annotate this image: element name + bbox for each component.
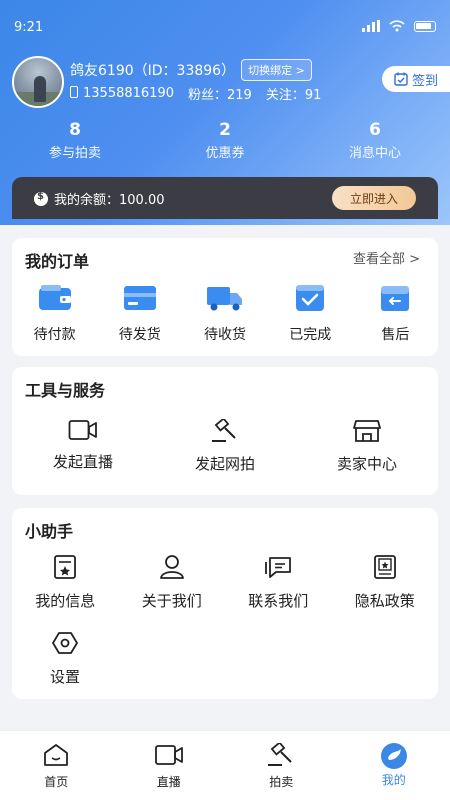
nickname: 鸽友6190（ID：33896） [70, 63, 236, 79]
card-icon [123, 286, 156, 310]
order-pending-receive[interactable]: 待收货 [182, 284, 267, 344]
hammer-icon [268, 741, 292, 766]
enter-now-button[interactable]: 立即进入 [332, 186, 416, 210]
tool-label: 发起直播 [52, 453, 113, 471]
order-label: 待发货 [118, 327, 161, 343]
wifi-icon [389, 20, 405, 32]
settings-hex-icon [52, 632, 78, 654]
battery-icon [414, 20, 436, 32]
tab-live[interactable]: 直播 [113, 731, 226, 800]
helper-about-us[interactable]: 关于我们 [119, 554, 226, 611]
policy-book-icon [373, 555, 396, 579]
tools-title: 工具与服务 [25, 381, 106, 400]
stats-row: 8 参与拍卖 2 优惠券 6 消息中心 [0, 120, 450, 161]
order-label: 售后 [381, 327, 410, 343]
order-pending-ship[interactable]: 待发货 [97, 284, 182, 344]
stat-value: 6 [369, 120, 381, 140]
helper-label: 关于我们 [141, 592, 202, 610]
helper-privacy-policy[interactable]: 隐私政策 [332, 554, 439, 611]
order-label: 待收货 [204, 327, 246, 343]
stat-label: 消息中心 [348, 146, 401, 161]
switch-binding-button[interactable]: 切换绑定 > [241, 59, 312, 81]
order-after-sales[interactable]: 售后 [353, 284, 438, 344]
profile-card-icon [54, 555, 77, 579]
helper-label: 我的信息 [35, 592, 96, 610]
video-camera-icon [68, 420, 97, 440]
orders-card: 我的订单 查看全部 > 待付款 待发货 待收货 已完成 售后 [12, 238, 438, 356]
signal-icon [362, 20, 380, 32]
tool-label: 卖家中心 [336, 455, 397, 473]
order-label: 已完成 [289, 327, 332, 343]
helper-row: 设置 [12, 630, 118, 687]
tab-label: 我的 [381, 773, 406, 787]
status-icons [362, 20, 436, 32]
stat-label: 参与拍卖 [48, 146, 101, 161]
stat-coupons[interactable]: 2 优惠券 [150, 120, 300, 161]
order-pending-payment[interactable]: 待付款 [12, 284, 97, 344]
avatar[interactable] [12, 56, 64, 108]
tab-label: 直播 [156, 775, 181, 789]
checkin-button[interactable]: 签到 [382, 66, 450, 92]
follow-count[interactable]: 关注：91 [266, 84, 322, 103]
tab-auction[interactable]: 拍卖 [225, 731, 338, 800]
tool-start-auction[interactable]: 发起网拍 [154, 419, 296, 474]
balance-text: 我的余额：100.00 [54, 193, 165, 208]
tab-label: 拍卖 [269, 775, 294, 789]
fans-count[interactable]: 粉丝：219 [188, 84, 252, 103]
tab-label: 首页 [44, 775, 69, 789]
balance-label-group: 我的余额：100.00 [34, 189, 165, 208]
stat-value: 2 [219, 120, 231, 140]
tab-mine[interactable]: 我的 [338, 731, 450, 800]
balance-bar: 我的余额：100.00 立即进入 [12, 177, 438, 219]
truck-icon [207, 287, 242, 311]
orders-row: 待付款 待发货 待收货 已完成 售后 [12, 284, 438, 344]
phone-icon [70, 86, 78, 98]
tool-label: 发起网拍 [194, 455, 255, 473]
stat-label: 优惠券 [205, 146, 245, 161]
tools-row: 发起直播 发起网拍 卖家中心 [12, 419, 438, 474]
helper-my-info[interactable]: 我的信息 [12, 554, 119, 611]
check-box-icon [296, 285, 325, 311]
home-icon [44, 744, 69, 766]
helper-card: 小助手 我的信息 关于我们 联系我们 隐私政策 设置 [12, 508, 438, 699]
auction-hammer-icon [212, 419, 236, 442]
profile-name-row: 鸽友6190（ID：33896） 切换绑定 > [70, 59, 312, 81]
order-label: 待付款 [33, 327, 76, 343]
tab-home[interactable]: 首页 [0, 731, 113, 800]
pigeon-icon [380, 743, 407, 769]
helper-label: 设置 [49, 668, 80, 686]
tools-card: 工具与服务 发起直播 发起网拍 卖家中心 [12, 367, 438, 495]
stat-value: 8 [69, 120, 81, 140]
stat-auctions[interactable]: 8 参与拍卖 [0, 120, 150, 161]
helper-title: 小助手 [25, 522, 74, 541]
phone-text: 13558816190 [83, 86, 174, 101]
chat-icon [265, 557, 292, 578]
status-time: 9:21 [14, 20, 44, 35]
user-icon [159, 555, 184, 579]
tool-seller-center[interactable]: 卖家中心 [296, 419, 438, 474]
order-completed[interactable]: 已完成 [268, 284, 353, 344]
profile-info-row: 13558816190 粉丝：219 关注：91 [70, 84, 321, 103]
helper-row: 我的信息 关于我们 联系我们 隐私政策 [12, 554, 438, 611]
orders-title: 我的订单 [25, 252, 90, 271]
bottom-tab-bar: 首页 直播 拍卖 我的 [0, 730, 450, 800]
helper-label: 隐私政策 [354, 592, 415, 610]
wallet-icon [38, 285, 71, 310]
stat-messages[interactable]: 6 消息中心 [300, 120, 450, 161]
return-box-icon [381, 286, 410, 311]
store-icon [353, 420, 381, 442]
phone-number: 13558816190 [70, 86, 174, 101]
money-bag-icon [34, 191, 48, 206]
calendar-check-icon [394, 72, 408, 86]
helper-label: 联系我们 [248, 592, 309, 610]
status-bar: 9:21 [0, 0, 450, 50]
helper-settings[interactable]: 设置 [12, 630, 118, 687]
see-all-orders-link[interactable]: 查看全部 > [353, 248, 420, 267]
live-icon [154, 745, 183, 765]
helper-contact-us[interactable]: 联系我们 [225, 554, 332, 611]
checkin-label: 签到 [411, 73, 438, 89]
tool-start-live[interactable]: 发起直播 [12, 419, 154, 474]
